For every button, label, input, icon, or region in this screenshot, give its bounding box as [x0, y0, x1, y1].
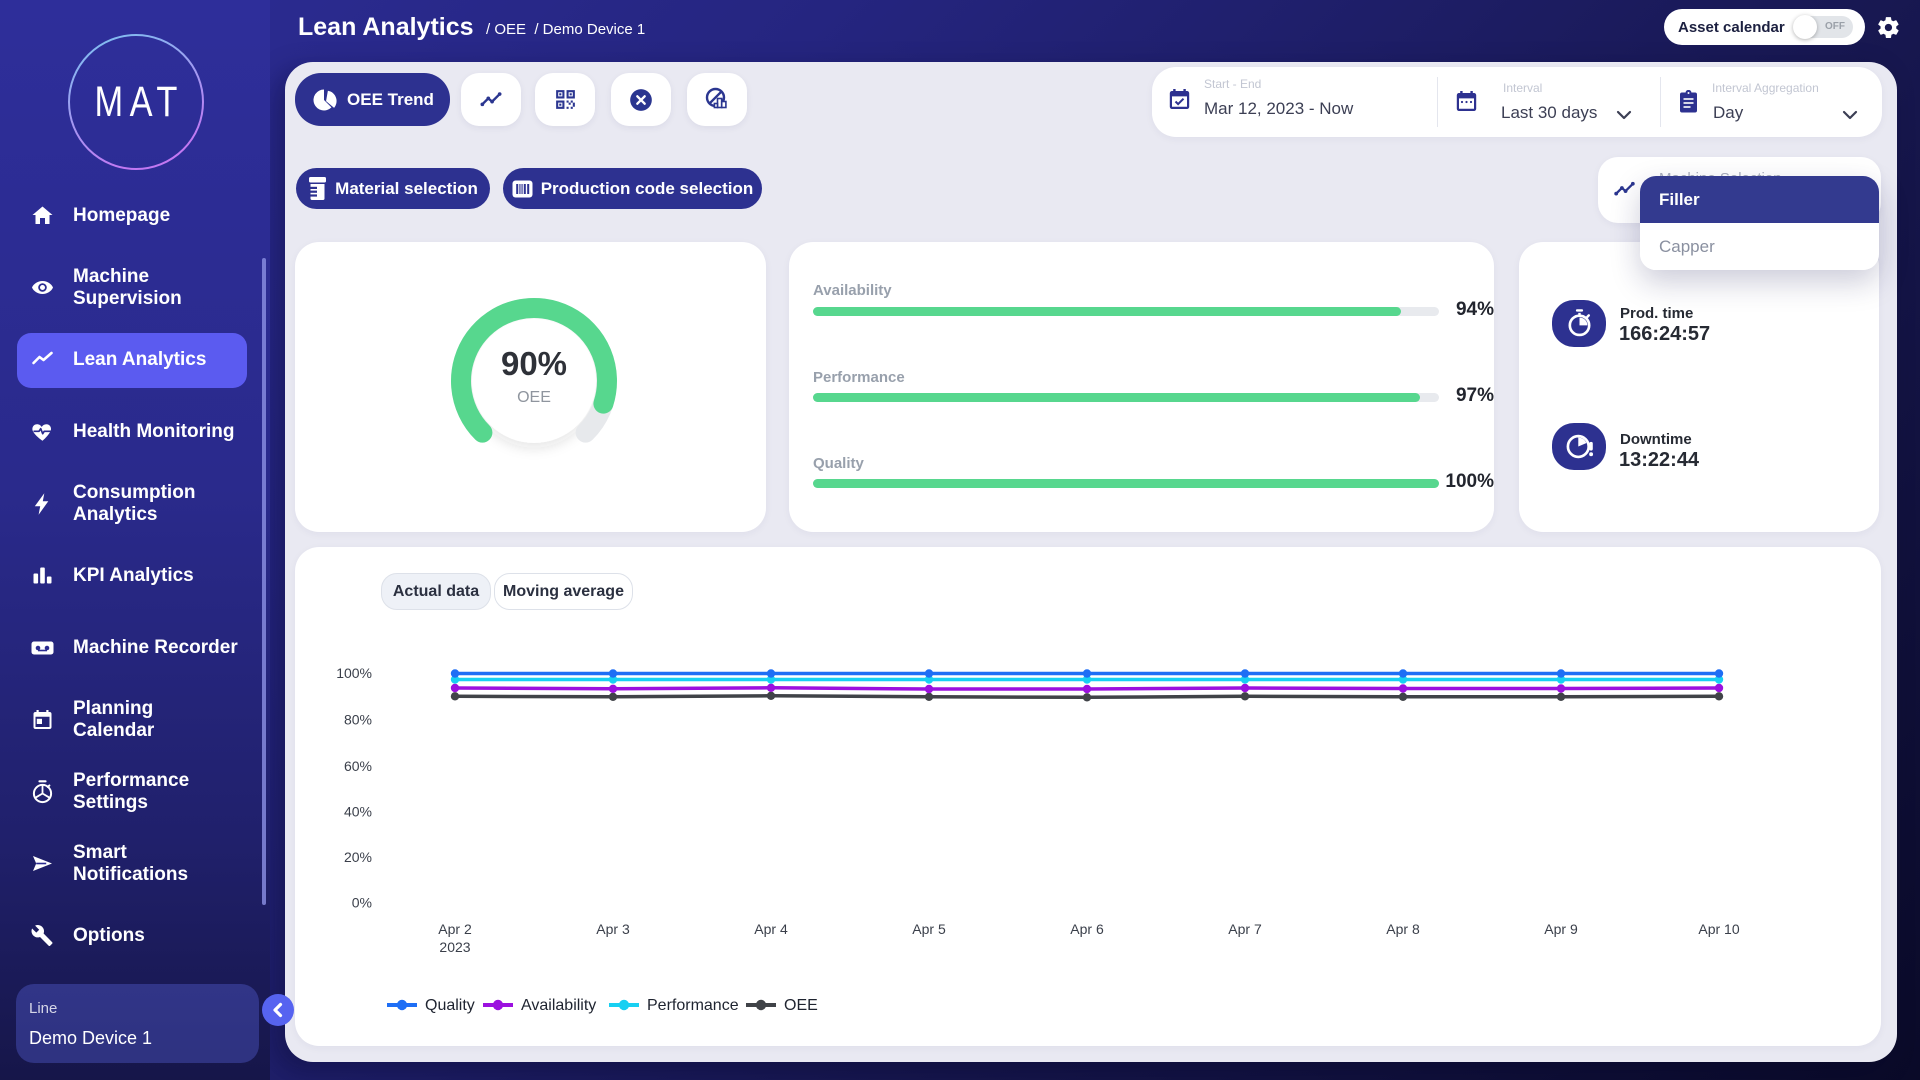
svg-text:Apr 5: Apr 5 — [912, 921, 946, 937]
svg-text:60%: 60% — [344, 758, 372, 774]
svg-text:40%: 40% — [344, 804, 372, 820]
svg-text:Performance: Performance — [647, 997, 739, 1014]
svg-text:2023: 2023 — [439, 939, 470, 955]
svg-text:Availability: Availability — [521, 997, 596, 1014]
svg-text:Apr 3: Apr 3 — [596, 921, 630, 937]
svg-text:100%: 100% — [336, 665, 372, 681]
svg-text:20%: 20% — [344, 849, 372, 865]
svg-text:Apr 9: Apr 9 — [1544, 921, 1578, 937]
svg-text:OEE: OEE — [784, 997, 818, 1014]
svg-text:Quality: Quality — [425, 997, 475, 1014]
svg-text:Apr 4: Apr 4 — [754, 921, 788, 937]
svg-text:Apr 2: Apr 2 — [438, 921, 472, 937]
svg-text:80%: 80% — [344, 712, 372, 728]
svg-text:Apr 10: Apr 10 — [1698, 921, 1739, 937]
svg-text:Apr 7: Apr 7 — [1228, 921, 1262, 937]
svg-text:0%: 0% — [352, 895, 372, 911]
svg-text:Apr 8: Apr 8 — [1386, 921, 1420, 937]
svg-text:Apr 6: Apr 6 — [1070, 921, 1104, 937]
